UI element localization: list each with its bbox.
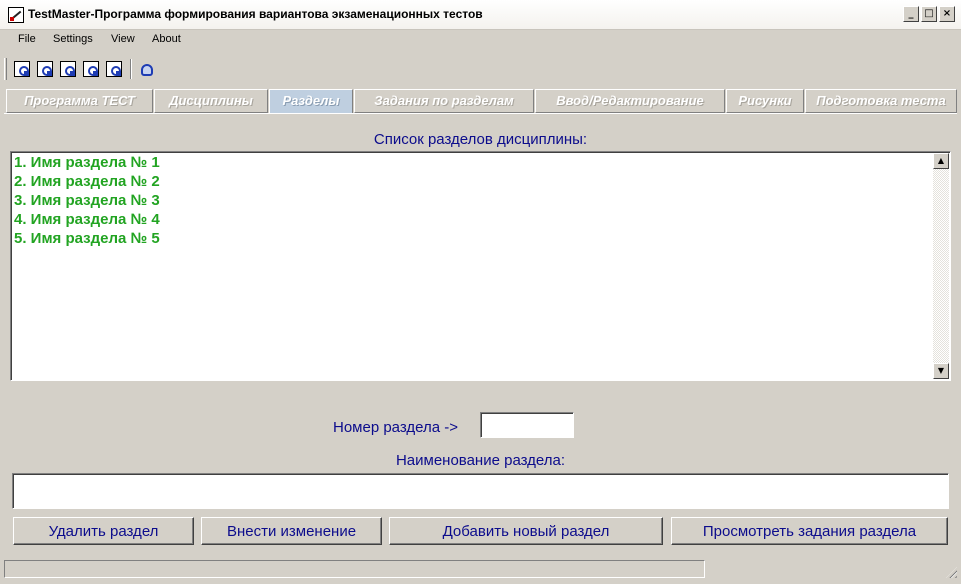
window-controls: _ □ × [903, 6, 955, 22]
resize-grip-icon[interactable] [946, 567, 957, 578]
section-number-label: Номер раздела -> [333, 419, 459, 436]
vertical-scrollbar[interactable]: ▲ ▼ [933, 153, 949, 379]
menu-bar: File Settings View About [0, 31, 961, 51]
document-icon[interactable] [106, 61, 122, 77]
apply-changes-button[interactable]: Внести изменение [201, 517, 382, 545]
toolbar-grip[interactable] [4, 58, 7, 80]
scroll-up-arrow-icon[interactable]: ▲ [933, 153, 949, 169]
document-icon[interactable] [37, 61, 53, 77]
window-title: TestMaster-Программа формирования вариан… [28, 7, 483, 21]
tab-strip: Программа ТЕСТ Дисциплины Разделы Задани… [0, 89, 961, 114]
add-section-button[interactable]: Добавить новый раздел [389, 517, 663, 545]
delete-section-button[interactable]: Удалить раздел [13, 517, 194, 545]
scroll-down-arrow-icon[interactable]: ▼ [933, 363, 949, 379]
document-icon[interactable] [60, 61, 76, 77]
tab-sections[interactable]: Разделы [269, 89, 353, 114]
tab-tasks-by-section[interactable]: Задания по разделам [354, 89, 534, 113]
tab-test-preparation[interactable]: Подготовка теста [805, 89, 957, 113]
title-bar: TestMaster-Программа формирования вариан… [0, 0, 961, 30]
toolbar-separator [130, 59, 132, 79]
menu-settings[interactable]: Settings [53, 33, 93, 45]
menu-file[interactable]: File [18, 33, 36, 45]
section-name-input[interactable] [12, 473, 949, 509]
list-item[interactable]: 4. Имя раздела № 4 [14, 210, 160, 229]
document-icon[interactable] [14, 61, 30, 77]
section-name-label: Наименование раздела: [395, 452, 566, 469]
status-bar [0, 559, 961, 584]
list-item[interactable]: 2. Имя раздела № 2 [14, 172, 160, 191]
menu-about[interactable]: About [152, 33, 181, 45]
close-button[interactable]: × [939, 6, 955, 22]
tab-panel-border [4, 113, 957, 114]
app-icon [8, 7, 24, 23]
section-number-input[interactable] [480, 412, 574, 438]
sections-listbox[interactable]: 1. Имя раздела № 1 2. Имя раздела № 2 3.… [10, 151, 951, 381]
tab-program-test[interactable]: Программа ТЕСТ [6, 89, 153, 113]
tab-pictures[interactable]: Рисунки [726, 89, 804, 113]
document-icon[interactable] [83, 61, 99, 77]
tab-input-edit[interactable]: Ввод/Редактирование [535, 89, 725, 113]
sections-list: 1. Имя раздела № 1 2. Имя раздела № 2 3.… [14, 153, 160, 248]
tab-disciplines[interactable]: Дисциплины [154, 89, 268, 113]
sections-list-caption: Список разделов дисциплины: [373, 131, 588, 148]
list-item[interactable]: 1. Имя раздела № 1 [14, 153, 160, 172]
status-panel [4, 560, 705, 578]
maximize-button[interactable]: □ [921, 6, 937, 22]
minimize-button[interactable]: _ [903, 6, 919, 22]
list-item[interactable]: 3. Имя раздела № 3 [14, 191, 160, 210]
list-item[interactable]: 5. Имя раздела № 5 [14, 229, 160, 248]
lock-icon[interactable] [141, 64, 153, 76]
view-section-tasks-button[interactable]: Просмотреть задания раздела [671, 517, 948, 545]
menu-view[interactable]: View [111, 33, 135, 45]
toolbar [0, 54, 961, 84]
